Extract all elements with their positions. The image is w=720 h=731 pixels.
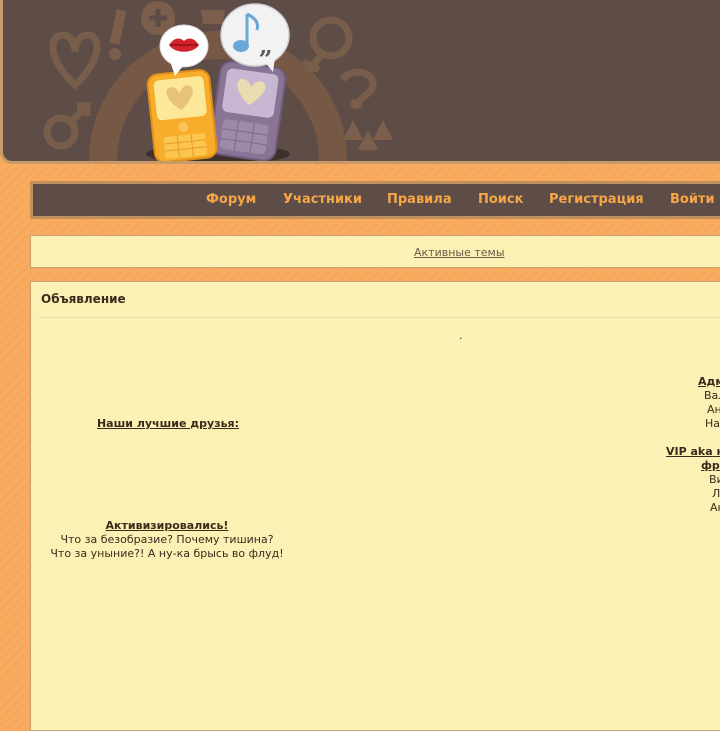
announcement-panel: Объявление . Наши лучшие друзья: Активиз…: [30, 281, 720, 731]
vip-heading-line-2[interactable]: фр: [701, 459, 720, 473]
heart-outline-icon: [49, 31, 101, 90]
announcement-title: Объявление: [41, 292, 126, 306]
question-dot: [350, 99, 360, 109]
header-illustration: „: [43, 1, 393, 161]
site-header: „: [0, 0, 720, 164]
yellow-phone-icon: [146, 69, 218, 161]
female-symbol-icon: [309, 16, 353, 60]
active-topics-link[interactable]: Активные темы: [414, 246, 505, 259]
admins-heading[interactable]: Адм: [698, 375, 720, 389]
nav-members[interactable]: Участники: [283, 192, 362, 207]
purple-phone-icon: [209, 60, 287, 161]
friends-heading[interactable]: Наши лучшие друзья:: [97, 417, 239, 431]
vip-item: Л: [712, 487, 720, 500]
radiation-icon: [343, 120, 393, 150]
cup-icon: [201, 10, 225, 24]
nav-list: Форум Участники Правила Поиск Регистраци…: [33, 184, 720, 216]
admin-item: На: [705, 417, 720, 430]
admin-item: Вал: [704, 389, 720, 402]
active-topics-bar: Активные темы: [30, 235, 720, 268]
vip-heading[interactable]: VIP aka н: [666, 445, 720, 459]
activated-heading[interactable]: Активизировались!: [106, 519, 229, 533]
vip-item: Ан: [710, 501, 720, 514]
exclaim-bar: [109, 9, 127, 45]
announcement-dot: .: [459, 329, 463, 342]
male-symbol-icon: [43, 114, 79, 150]
male-arrow: [68, 102, 91, 125]
admin-item: Ан: [707, 403, 720, 416]
nav-register[interactable]: Регистрация: [549, 192, 644, 207]
nav-login[interactable]: Войти: [670, 192, 715, 207]
exclaim-dot: [109, 48, 121, 60]
activated-line-2: Что за уныние?! А ну-ка брысь во флуд!: [50, 547, 284, 560]
activated-line-1: Что за безобразие? Почему тишина?: [60, 533, 274, 546]
nav-search[interactable]: Поиск: [478, 192, 523, 207]
female-cross: [301, 52, 324, 75]
svg-text:„: „: [259, 31, 273, 60]
nav-forum[interactable]: Форум: [206, 192, 256, 207]
main-navbar: Форум Участники Правила Поиск Регистраци…: [30, 181, 720, 219]
nav-rules[interactable]: Правила: [387, 192, 452, 207]
vip-item: Ви: [709, 473, 720, 486]
announcement-divider: [39, 317, 720, 318]
